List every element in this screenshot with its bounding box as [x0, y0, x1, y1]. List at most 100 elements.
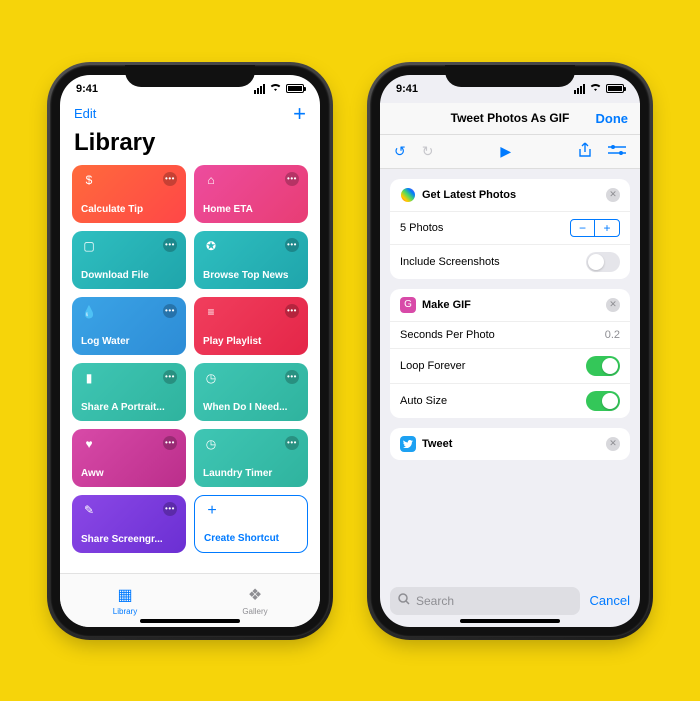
screen-library: 9:41 Edit + Library $ ••• Calculate Tip ⌂ ••…: [60, 75, 320, 627]
include-screenshots-label: Include Screenshots: [400, 256, 500, 268]
more-icon[interactable]: •••: [163, 436, 177, 450]
shortcut-grid: $•••Calculate Tip⌂•••Home ETA▢•••Downloa…: [60, 165, 320, 553]
more-icon[interactable]: •••: [285, 238, 299, 252]
toolbar: ↺ ↻ ▶: [380, 135, 640, 169]
tab-label: Gallery: [242, 607, 267, 616]
home-indicator[interactable]: [460, 619, 560, 623]
more-icon[interactable]: •••: [163, 370, 177, 384]
add-button[interactable]: +: [293, 103, 306, 125]
notch: [125, 65, 255, 87]
shortcut-label: Browse Top News: [203, 270, 299, 281]
include-screenshots-toggle[interactable]: [586, 252, 620, 272]
photo-count-label: 5 Photos: [400, 222, 443, 234]
settings-button[interactable]: [608, 143, 626, 159]
wifi-icon: [589, 82, 602, 95]
action-make-gif[interactable]: G Make GIF ✕ Seconds Per Photo 0.2 Loop …: [390, 289, 630, 418]
action-title: Get Latest Photos: [422, 189, 600, 201]
battery-icon: [286, 84, 304, 93]
shortcut-label: Calculate Tip: [81, 204, 177, 215]
shortcut-label: Aww: [81, 468, 177, 479]
undo-button[interactable]: ↺: [394, 143, 406, 160]
shortcut-tile[interactable]: ⌂ ••• Home ETA: [194, 165, 308, 223]
shortcut-tile[interactable]: $ ••• Calculate Tip: [72, 165, 186, 223]
shortcut-label: Share Screengr...: [81, 534, 177, 545]
shortcut-label: Log Water: [81, 336, 177, 347]
shortcut-label: When Do I Need...: [203, 402, 299, 413]
share-button[interactable]: [578, 142, 592, 161]
cancel-button[interactable]: Cancel: [590, 593, 630, 608]
done-button[interactable]: Done: [596, 111, 629, 126]
search-bar: Search Cancel: [390, 587, 630, 615]
shortcut-icon: ≡: [203, 304, 219, 320]
home-indicator[interactable]: [140, 619, 240, 623]
shortcut-icon: $: [81, 172, 97, 188]
shortcut-tile[interactable]: ♥•••Aww: [72, 429, 186, 487]
shortcut-tile[interactable]: ≡ ••• Play Playlist: [194, 297, 308, 355]
delete-action-button[interactable]: ✕: [606, 298, 620, 312]
shortcut-tile[interactable]: ◷•••Laundry Timer: [194, 429, 308, 487]
action-list: Get Latest Photos ✕ 5 Photos −+ Include …: [380, 169, 640, 470]
create-shortcut-tile[interactable]: + Create Shortcut: [194, 495, 308, 553]
tab-label: Library: [113, 607, 137, 616]
battery-icon: [606, 84, 624, 93]
create-label: Create Shortcut: [204, 533, 298, 544]
status-icons: [574, 82, 624, 95]
redo-button: ↻: [422, 143, 434, 160]
shortcut-icon: ✎: [81, 502, 97, 518]
more-icon[interactable]: •••: [163, 238, 177, 252]
phone-editor: 9:41 Tweet Photos As GIF Done ↺ ↻ ▶: [370, 65, 650, 637]
shortcut-label: Laundry Timer: [203, 468, 299, 479]
gif-icon: G: [400, 297, 416, 313]
page-title: Library: [60, 129, 320, 165]
more-icon[interactable]: •••: [285, 172, 299, 186]
shortcut-icon: ◷: [203, 370, 219, 386]
wifi-icon: [269, 82, 282, 95]
autosize-label: Auto Size: [400, 395, 447, 407]
photos-icon: [400, 187, 416, 203]
autosize-toggle[interactable]: [586, 391, 620, 411]
plus-button[interactable]: +: [595, 220, 619, 236]
shortcut-tile[interactable]: ✪•••Browse Top News: [194, 231, 308, 289]
library-icon: ▦: [117, 585, 132, 605]
action-get-latest-photos[interactable]: Get Latest Photos ✕ 5 Photos −+ Include …: [390, 179, 630, 279]
more-icon[interactable]: •••: [285, 436, 299, 450]
shortcut-label: Play Playlist: [203, 336, 299, 347]
loop-toggle[interactable]: [586, 356, 620, 376]
more-icon[interactable]: •••: [163, 502, 177, 516]
cellular-icon: [254, 84, 265, 94]
screen-editor: 9:41 Tweet Photos As GIF Done ↺ ↻ ▶: [380, 75, 640, 627]
shortcut-tile[interactable]: ✎ ••• Share Screengr...: [72, 495, 186, 553]
shortcut-icon: ▢: [81, 238, 97, 254]
run-button[interactable]: ▶: [500, 143, 511, 160]
search-placeholder: Search: [416, 594, 454, 608]
shortcut-label: Home ETA: [203, 204, 299, 215]
shortcut-tile[interactable]: ◷ ••• When Do I Need...: [194, 363, 308, 421]
minus-button[interactable]: −: [571, 220, 595, 236]
shortcut-icon: ⌂: [203, 172, 219, 188]
shortcut-tile[interactable]: ▮ ••• Share A Portrait...: [72, 363, 186, 421]
notch: [445, 65, 575, 87]
plus-icon: +: [204, 503, 220, 519]
delete-action-button[interactable]: ✕: [606, 188, 620, 202]
shortcut-tile[interactable]: ▢•••Download File: [72, 231, 186, 289]
shortcut-tile[interactable]: 💧•••Log Water: [72, 297, 186, 355]
twitter-icon: [400, 436, 416, 452]
navbar: Edit +: [60, 103, 320, 129]
action-title: Tweet: [422, 438, 600, 450]
more-icon[interactable]: •••: [285, 304, 299, 318]
more-icon[interactable]: •••: [285, 370, 299, 384]
more-icon[interactable]: •••: [163, 172, 177, 186]
shortcut-icon: ▮: [81, 370, 97, 386]
edit-button[interactable]: Edit: [74, 106, 96, 121]
status-time: 9:41: [76, 83, 98, 95]
count-stepper[interactable]: −+: [570, 219, 620, 237]
phone-library: 9:41 Edit + Library $ ••• Calculate Tip ⌂ ••…: [50, 65, 330, 637]
shortcut-label: Share A Portrait...: [81, 402, 177, 413]
more-icon[interactable]: •••: [163, 304, 177, 318]
seconds-value[interactable]: 0.2: [605, 329, 620, 341]
cellular-icon: [574, 84, 585, 94]
gallery-icon: ❖: [248, 585, 262, 605]
action-tweet[interactable]: Tweet ✕: [390, 428, 630, 460]
delete-action-button[interactable]: ✕: [606, 437, 620, 451]
search-input[interactable]: Search: [390, 587, 580, 615]
